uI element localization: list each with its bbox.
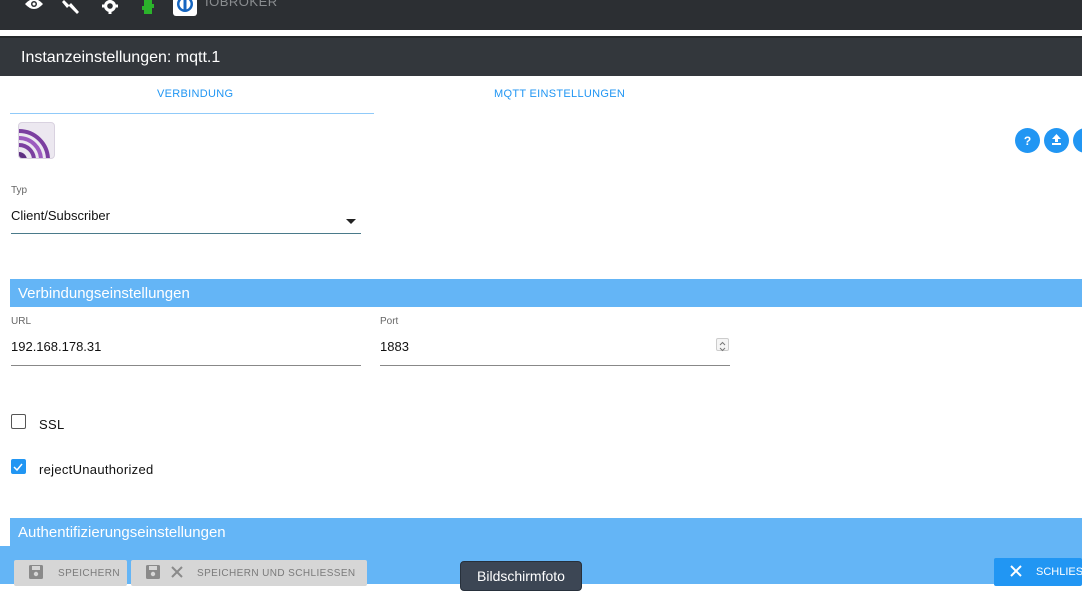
port-label: Port <box>380 316 399 327</box>
close-button[interactable]: SCHLIESS <box>994 558 1082 586</box>
settings-panel: VERBINDUNG MQTT EINSTELLUNGEN ? Typ Clie… <box>0 76 1082 584</box>
reject-unauthorized-checkbox[interactable] <box>11 459 26 474</box>
dialog-title: Instanzeinstellungen: mqtt.1 <box>21 49 221 66</box>
url-label: URL <box>11 316 32 327</box>
wrench-icon[interactable] <box>62 0 84 14</box>
section-connection: Verbindungseinstellungen <box>10 279 1082 307</box>
type-label: Typ <box>11 185 28 196</box>
app-toolbar: IOBROKER <box>0 0 1082 30</box>
upload-button[interactable] <box>1044 128 1069 153</box>
port-input[interactable]: 1883 <box>380 339 409 354</box>
section-auth: Authentifizierungseinstellungen <box>10 518 1082 546</box>
type-select[interactable]: Client/Subscriber <box>11 208 110 223</box>
tab-mqtt-einstellungen[interactable]: MQTT EINSTELLUNGEN <box>494 88 625 100</box>
save-label: SPEICHERN <box>58 567 120 579</box>
screenshot-badge: Bildschirmfoto <box>460 561 582 591</box>
active-tab-indicator <box>10 113 374 114</box>
help-button[interactable]: ? <box>1015 128 1040 153</box>
url-input[interactable]: 192.168.178.31 <box>11 339 101 354</box>
save-icon <box>145 564 161 583</box>
section-auth-title: Authentifizierungseinstellungen <box>18 524 226 541</box>
tab-verbindung[interactable]: VERBINDUNG <box>157 88 233 100</box>
download-button[interactable] <box>1073 128 1082 153</box>
chevron-down-icon[interactable] <box>346 212 356 230</box>
reject-unauthorized-label: rejectUnauthorized <box>39 462 154 477</box>
save-button[interactable]: SPEICHERN <box>14 560 127 586</box>
port-underline <box>380 365 730 366</box>
type-underline <box>11 233 361 234</box>
brand-label: IOBROKER <box>205 0 278 9</box>
logo-icon <box>173 0 197 16</box>
gear-icon[interactable] <box>100 0 122 14</box>
eye-icon[interactable] <box>24 0 46 14</box>
ssl-checkbox[interactable] <box>11 414 26 429</box>
dialog-header: Instanzeinstellungen: mqtt.1 <box>0 36 1082 76</box>
upload-icon <box>1051 133 1062 148</box>
save-close-button[interactable]: SPEICHERN UND SCHLIESSEN <box>131 560 367 586</box>
close-label: SCHLIESS <box>1036 566 1082 578</box>
dialog-footer: SPEICHERN SPEICHERN UND SCHLIESSEN Bilds… <box>0 546 1082 591</box>
mqtt-adapter-logo <box>18 122 55 159</box>
help-icon: ? <box>1023 133 1032 148</box>
save-icon <box>28 564 44 583</box>
checkmark-icon <box>13 463 23 472</box>
close-icon <box>171 565 183 581</box>
url-underline <box>11 365 361 366</box>
ssl-label: SSL <box>39 417 65 432</box>
close-icon <box>1010 564 1022 580</box>
section-connection-title: Verbindungseinstellungen <box>18 285 190 302</box>
save-close-label: SPEICHERN UND SCHLIESSEN <box>197 567 356 579</box>
adapter-icon[interactable] <box>140 0 162 14</box>
port-stepper[interactable] <box>716 338 729 352</box>
